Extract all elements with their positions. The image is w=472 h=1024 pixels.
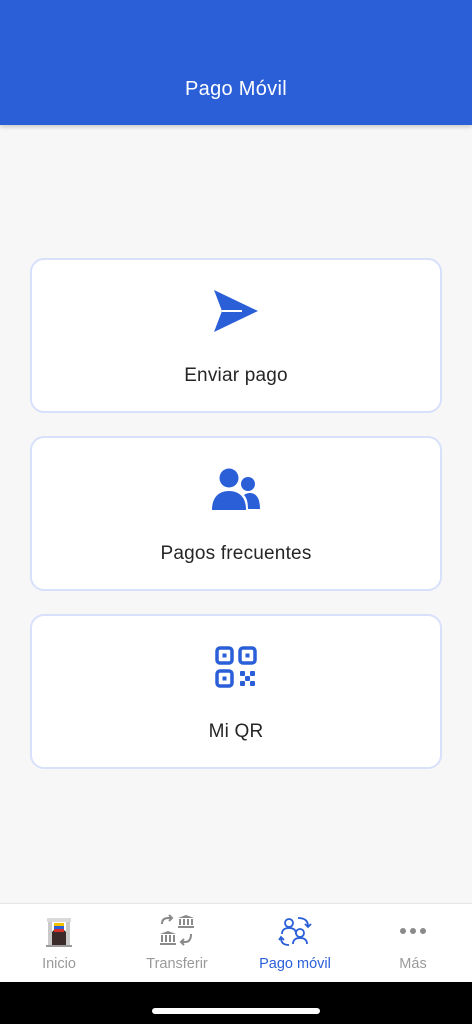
my-qr-label: Mi QR xyxy=(208,721,264,742)
home-landmark-icon xyxy=(42,914,76,953)
tab-label-mas: Más xyxy=(399,956,427,972)
send-icon xyxy=(212,288,260,339)
tab-label-transferir: Transferir xyxy=(146,956,208,972)
page-title: Pago Móvil xyxy=(185,78,287,100)
bank-transfer-icon xyxy=(159,914,195,953)
tab-label-inicio: Inicio xyxy=(42,956,76,972)
system-home-bar xyxy=(0,982,472,1024)
mobile-payment-icon xyxy=(278,914,312,953)
tab-pago-movil[interactable]: Pago móvil xyxy=(236,904,354,983)
frequent-payments-label: Pagos frecuentes xyxy=(160,543,312,564)
more-dots-icon xyxy=(396,914,430,953)
home-indicator[interactable] xyxy=(152,1008,320,1014)
qr-code-icon xyxy=(215,646,257,693)
app-header: Pago Móvil xyxy=(0,0,472,125)
tab-inicio[interactable]: Inicio xyxy=(0,904,118,983)
frequent-payments-card[interactable]: Pagos frecuentes xyxy=(30,436,442,591)
tab-label-pago-movil: Pago móvil xyxy=(259,956,331,972)
my-qr-card[interactable]: Mi QR xyxy=(30,614,442,769)
send-payment-card[interactable]: Enviar pago xyxy=(30,258,442,413)
bottom-tab-bar: Inicio Transferir Pago móvil Más xyxy=(0,903,472,982)
tab-mas[interactable]: Más xyxy=(354,904,472,983)
send-payment-label: Enviar pago xyxy=(184,365,288,386)
tab-transferir[interactable]: Transferir xyxy=(118,904,236,983)
users-icon xyxy=(211,466,261,517)
